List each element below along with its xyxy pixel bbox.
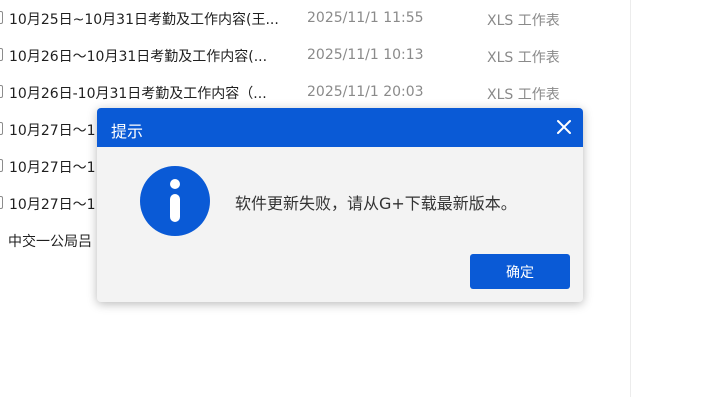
- file-type: XLS 工作表: [487, 50, 560, 66]
- file-row[interactable]: 10月26日～10月31日考勤及工作内容(... 2025/11/1 10:13…: [0, 41, 630, 69]
- file-name: 10月27日～1: [9, 160, 96, 176]
- file-row[interactable]: 10月26日-10月31日考勤及工作内容（... 2025/11/1 20:03…: [0, 78, 630, 106]
- file-name: 中交一公局吕: [8, 234, 92, 250]
- file-date: 2025/11/1 10:13: [307, 47, 424, 63]
- file-date: 2025/11/1 11:55: [307, 10, 424, 26]
- file-type: XLS 工作表: [487, 87, 560, 103]
- file-name: 10月25日~10月31日考勤及工作内容(王...: [9, 12, 279, 28]
- ok-button[interactable]: 确定: [470, 254, 570, 289]
- row-checkbox[interactable]: [0, 48, 3, 61]
- file-name: 10月27日～1: [9, 197, 96, 213]
- row-checkbox[interactable]: [0, 159, 3, 172]
- file-name: 10月26日～10月31日考勤及工作内容(...: [9, 49, 268, 65]
- dialog-title: 提示: [111, 122, 144, 141]
- row-checkbox[interactable]: [0, 196, 3, 209]
- dialog-message: 软件更新失败，请从G+下载最新版本。: [235, 194, 517, 213]
- file-row[interactable]: 10月25日~10月31日考勤及工作内容(王... 2025/11/1 11:5…: [0, 4, 630, 32]
- file-name: 10月27日～1: [9, 123, 96, 139]
- update-failed-dialog: 提示 软件更新失败，请从G+下载最新版本。 确定: [97, 108, 583, 302]
- row-checkbox[interactable]: [0, 85, 3, 98]
- pane-divider: [630, 0, 631, 397]
- file-name: 10月26日-10月31日考勤及工作内容（...: [9, 86, 267, 102]
- row-checkbox[interactable]: [0, 11, 3, 24]
- info-icon: [139, 165, 211, 237]
- file-date: 2025/11/1 20:03: [307, 84, 424, 100]
- file-type: XLS 工作表: [487, 13, 560, 29]
- close-icon[interactable]: [553, 116, 575, 138]
- row-checkbox[interactable]: [0, 122, 3, 135]
- dialog-header: 提示: [97, 108, 583, 147]
